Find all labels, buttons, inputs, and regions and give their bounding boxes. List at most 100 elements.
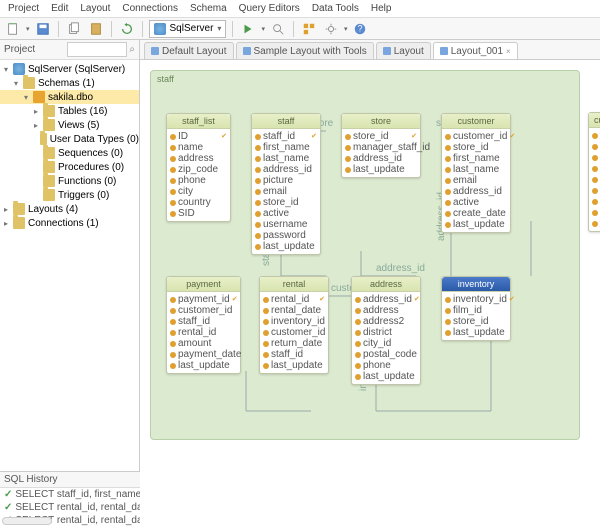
table-column[interactable]: customer_id (263, 327, 325, 338)
save-icon[interactable] (34, 20, 52, 38)
table-column[interactable]: last_name (255, 153, 317, 164)
table-column[interactable]: active (255, 208, 317, 219)
layout-icon[interactable] (300, 20, 318, 38)
table-column[interactable]: store_id✔ (345, 131, 417, 142)
tab-default-layout[interactable]: Default Layout (144, 42, 234, 59)
tree-functions[interactable]: Functions (0) (0, 174, 139, 188)
menu-schema[interactable]: Schema (190, 3, 227, 14)
help-icon[interactable]: ? (351, 20, 369, 38)
tree-connections[interactable]: ▸Connections (1) (0, 216, 139, 230)
table-column[interactable]: email (445, 175, 507, 186)
horizontal-scrollbar[interactable] (2, 517, 52, 525)
table-column[interactable]: first_name (255, 142, 317, 153)
table-column[interactable]: picture (255, 175, 317, 186)
table-store[interactable]: store store_id✔manager_staff_idaddress_i… (341, 113, 421, 178)
table-address[interactable]: address address_id✔addressaddress2distri… (351, 276, 421, 385)
menu-connections[interactable]: Connections (122, 3, 178, 14)
table-column[interactable]: return_date (263, 338, 325, 349)
table-column[interactable]: last_name (445, 164, 507, 175)
menu-layout[interactable]: Layout (80, 3, 110, 14)
table-column[interactable]: amount (170, 338, 237, 349)
table-staff-list[interactable]: staff_list ID✔nameaddresszip_codephoneci… (166, 113, 231, 222)
table-column[interactable]: rental_id✔ (263, 294, 325, 305)
tree-udt[interactable]: User Data Types (0) (0, 132, 139, 146)
table-column[interactable]: last_update (263, 360, 325, 371)
refresh-icon[interactable] (118, 20, 136, 38)
table-column[interactable]: address (592, 152, 600, 163)
menu-edit[interactable]: Edit (51, 3, 68, 14)
project-search-input[interactable] (67, 42, 127, 57)
table-column[interactable]: email (255, 186, 317, 197)
table-column[interactable]: address (355, 305, 417, 316)
table-column[interactable]: rental_date (263, 305, 325, 316)
menu-query-editors[interactable]: Query Editors (239, 3, 300, 14)
menu-data-tools[interactable]: Data Tools (312, 3, 359, 14)
table-column[interactable]: country (170, 197, 227, 208)
paste-icon[interactable] (87, 20, 105, 38)
gear-icon[interactable] (322, 20, 340, 38)
tree-tables[interactable]: ▸Tables (16) (0, 104, 139, 118)
table-column[interactable]: customer_id (170, 305, 237, 316)
new-file-icon[interactable] (4, 20, 22, 38)
table-column[interactable]: payment_id✔ (170, 294, 237, 305)
table-column[interactable]: name (592, 141, 600, 152)
tree-sequences[interactable]: Sequences (0) (0, 146, 139, 160)
table-column[interactable]: payment_date (170, 349, 237, 360)
tree-layouts[interactable]: ▸Layouts (4) (0, 202, 139, 216)
tab-layout-001[interactable]: Layout_001× (433, 42, 518, 59)
table-column[interactable]: postal_code (355, 349, 417, 360)
table-column[interactable]: staff_id (263, 349, 325, 360)
table-column[interactable]: city_id (355, 338, 417, 349)
table-column[interactable]: manager_staff_id (345, 142, 417, 153)
table-column[interactable]: customer_id✔ (445, 131, 507, 142)
search-icon[interactable]: ⌕ (129, 44, 135, 55)
table-column[interactable]: password (255, 230, 317, 241)
tree-triggers[interactable]: Triggers (0) (0, 188, 139, 202)
database-selector[interactable]: SqlServer (149, 20, 227, 38)
tree-procedures[interactable]: Procedures (0) (0, 160, 139, 174)
menu-help[interactable]: Help (371, 3, 392, 14)
table-column[interactable]: last_update (255, 241, 317, 252)
table-column[interactable]: SID (592, 218, 600, 229)
table-column[interactable]: phone (355, 360, 417, 371)
table-column[interactable]: country (592, 196, 600, 207)
tab-layout[interactable]: Layout (376, 42, 431, 59)
diagram-canvas[interactable]: staff store store_id staff_id address_id… (140, 60, 600, 527)
table-column[interactable]: film_id (445, 305, 507, 316)
table-column[interactable]: last_update (445, 219, 507, 230)
table-column[interactable]: address_id (255, 164, 317, 175)
table-column[interactable]: last_update (445, 327, 507, 338)
table-column[interactable]: address_id✔ (355, 294, 417, 305)
tree-root[interactable]: ▾ SqlServer (SqlServer) (0, 62, 139, 76)
table-column[interactable]: city (170, 186, 227, 197)
table-column[interactable]: district (355, 327, 417, 338)
table-column[interactable]: store_id (255, 197, 317, 208)
table-staff[interactable]: staff staff_id✔first_namelast_nameaddres… (251, 113, 321, 255)
table-column[interactable]: username (255, 219, 317, 230)
menu-project[interactable]: Project (8, 3, 39, 14)
table-column[interactable]: store_id (445, 316, 507, 327)
table-column[interactable]: phone (592, 174, 600, 185)
table-column[interactable]: create_date (445, 208, 507, 219)
table-payment[interactable]: payment payment_id✔customer_idstaff_idre… (166, 276, 241, 374)
table-column[interactable]: notes (592, 207, 600, 218)
copy-icon[interactable] (65, 20, 83, 38)
close-icon[interactable]: × (506, 47, 511, 56)
table-column[interactable]: SID (170, 208, 227, 219)
table-column[interactable]: phone (170, 175, 227, 186)
sql-history-row[interactable]: ✓SELECT rental_id, rental_date, in (0, 501, 140, 514)
table-column[interactable]: address (170, 153, 227, 164)
table-column[interactable]: rental_id (170, 327, 237, 338)
table-column[interactable]: first_name (445, 153, 507, 164)
table-column[interactable]: zip_code (170, 164, 227, 175)
table-rental[interactable]: rental rental_id✔rental_dateinventory_id… (259, 276, 329, 374)
table-column[interactable]: ID✔ (592, 130, 600, 141)
table-column[interactable]: ID✔ (170, 131, 227, 142)
tree-schemas[interactable]: ▾ Schemas (1) (0, 76, 139, 90)
table-column[interactable]: name (170, 142, 227, 153)
run-icon[interactable] (239, 20, 257, 38)
table-column[interactable]: address2 (355, 316, 417, 327)
table-column[interactable]: staff_id✔ (255, 131, 317, 142)
table-column[interactable]: inventory_id (263, 316, 325, 327)
sql-history-row[interactable]: ✓SELECT staff_id, first_name, last_ (0, 488, 140, 501)
